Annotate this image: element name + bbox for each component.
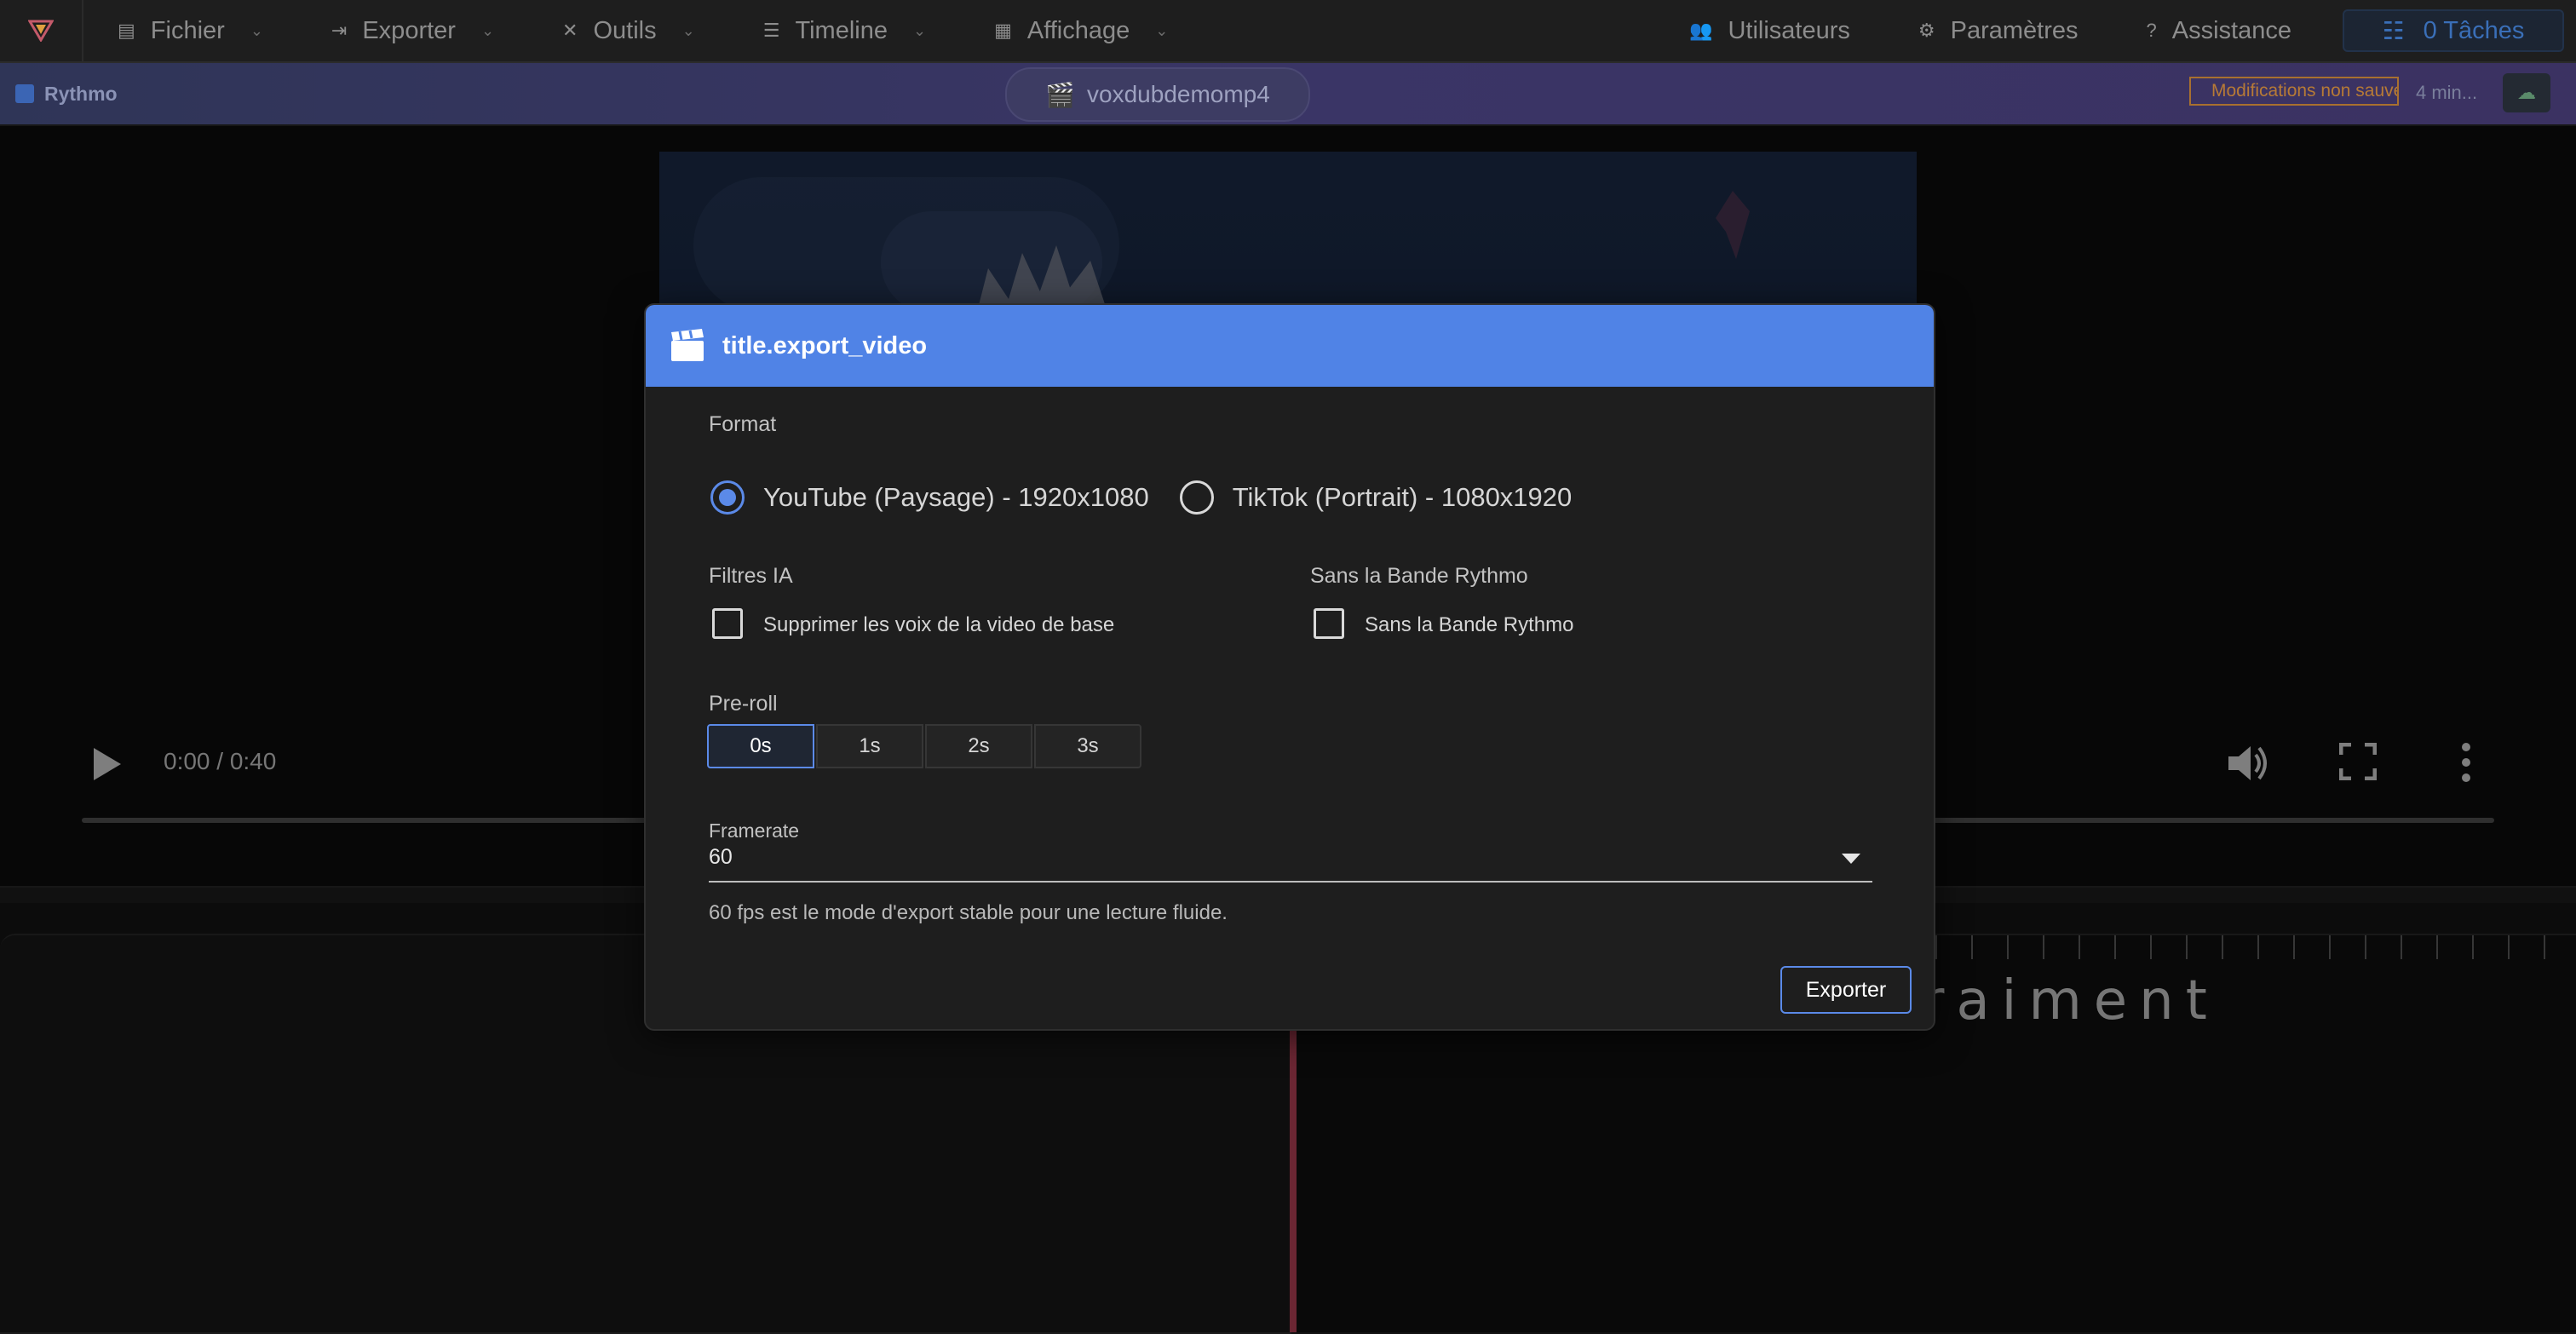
menu-assistance[interactable]: ? Assistance (2113, 0, 2326, 61)
preroll-2s[interactable]: 2s (925, 724, 1032, 768)
menu-parametres-label: Paramètres (1950, 16, 2079, 44)
menu-outils-label: Outils (593, 16, 657, 44)
brand-label: Rythmo (44, 82, 118, 105)
no-band-option-label[interactable]: Sans la Bande Rythmo (1365, 613, 1573, 637)
cloud-sync-button[interactable]: ☁ (2503, 73, 2550, 112)
unsaved-badge: Modifications non sauvegardées (2189, 77, 2399, 106)
format-label: Format (709, 412, 777, 436)
menu-outils[interactable]: ✕ Outils ⌄ (528, 0, 729, 61)
top-menubar: ▤ Fichier ⌄ ⇥ Exporter ⌄ ✕ Outils ⌄ ☰ Ti… (0, 0, 2576, 63)
tasks-icon: ☷ (2382, 17, 2405, 45)
tools-icon: ✕ (562, 20, 578, 41)
clapperboard-icon (671, 329, 704, 361)
unsaved-label: Modifications non sauvegardées (2211, 81, 2397, 101)
file-icon: ▤ (118, 20, 135, 41)
menu-timeline[interactable]: ☰ Timeline ⌄ (729, 0, 960, 61)
format-option-youtube[interactable]: YouTube (Paysage) - 1920x1080 (763, 482, 1149, 513)
ai-filters-label: Filtres IA (709, 564, 793, 588)
project-name: voxdubdemomp4 (1087, 81, 1270, 107)
timeline-icon: ☰ (762, 20, 780, 41)
project-bar: Rythmo 🎬 voxdubdemomp4 Modifications non… (0, 63, 2576, 124)
brand-icon (15, 84, 34, 103)
framerate-hint: 60 fps est le mode d'export stable pour … (709, 901, 1228, 924)
help-icon: ? (2146, 20, 2157, 41)
cloud-icon: ☁ (2517, 82, 2536, 103)
dialog-title: title.export_video (722, 331, 928, 359)
brand: Rythmo (15, 83, 118, 106)
app-logo-icon (28, 20, 54, 42)
project-name-pill[interactable]: 🎬 voxdubdemomp4 (1005, 67, 1310, 122)
chevron-down-icon: ⌄ (480, 21, 495, 39)
last-saved-time: 4 min... (2416, 82, 2478, 103)
caret-down-icon[interactable] (1842, 854, 1860, 864)
format-radio-youtube[interactable] (710, 480, 745, 515)
preroll-0s[interactable]: 0s (707, 724, 814, 768)
preroll-3s[interactable]: 3s (1034, 724, 1141, 768)
dialog-header: title.export_video (646, 305, 1934, 387)
export-button[interactable]: Exporter (1780, 966, 1912, 1014)
menu-exporter[interactable]: ⇥ Exporter ⌄ (297, 0, 528, 61)
preroll-label: Pre-roll (709, 692, 778, 716)
format-radio-group: YouTube (Paysage) - 1920x1080 TikTok (Po… (710, 480, 1602, 515)
export-video-dialog: title.export_video Format YouTube (Paysa… (644, 303, 1935, 1031)
no-band-checkbox[interactable] (1314, 608, 1344, 639)
menu-affichage[interactable]: ▦ Affichage ⌄ (960, 0, 1202, 61)
preroll-1s[interactable]: 1s (816, 724, 923, 768)
format-radio-tiktok[interactable] (1179, 480, 1214, 515)
chevron-down-icon: ⌄ (912, 21, 927, 39)
tasks-label: 0 Tâches (2423, 16, 2525, 44)
menu-exporter-label: Exporter (362, 16, 456, 44)
framerate-label: Framerate (709, 819, 800, 842)
chevron-down-icon: ⌄ (681, 21, 695, 39)
menubar-right: 👥 Utilisateurs ⚙ Paramètres ? Assistance… (1655, 0, 2576, 61)
framerate-underline (709, 881, 1872, 883)
framerate-select[interactable]: 60 (709, 845, 733, 870)
grid-icon: ▦ (994, 20, 1012, 41)
gear-icon: ⚙ (1918, 20, 1935, 41)
menu-utilisateurs-label: Utilisateurs (1728, 16, 1850, 44)
chevron-down-icon: ⌄ (1155, 21, 1169, 39)
format-option-tiktok[interactable]: TikTok (Portrait) - 1080x1920 (1233, 482, 1573, 513)
no-band-label: Sans la Bande Rythmo (1310, 564, 1528, 588)
preroll-selector: 0s 1s 2s 3s (707, 724, 1143, 768)
menu-timeline-label: Timeline (795, 16, 888, 44)
menu-fichier-label: Fichier (150, 16, 225, 44)
chevron-down-icon: ⌄ (250, 21, 263, 39)
tasks-button[interactable]: ☷ 0 Tâches (2343, 9, 2564, 52)
remove-voices-label[interactable]: Supprimer les voix de la video de base (763, 613, 1114, 637)
menu-parametres[interactable]: ⚙ Paramètres (1884, 0, 2113, 61)
users-icon: 👥 (1689, 20, 1713, 41)
app-logo[interactable] (0, 0, 83, 61)
menu-fichier[interactable]: ▤ Fichier ⌄ (83, 0, 297, 61)
clapperboard-icon: 🎬 (1045, 81, 1076, 108)
remove-voices-checkbox[interactable] (712, 608, 743, 639)
menu-utilisateurs[interactable]: 👥 Utilisateurs (1655, 0, 1884, 61)
export-icon: ⇥ (331, 20, 348, 41)
menu-assistance-label: Assistance (2171, 16, 2291, 44)
menu-affichage-label: Affichage (1026, 16, 1130, 44)
